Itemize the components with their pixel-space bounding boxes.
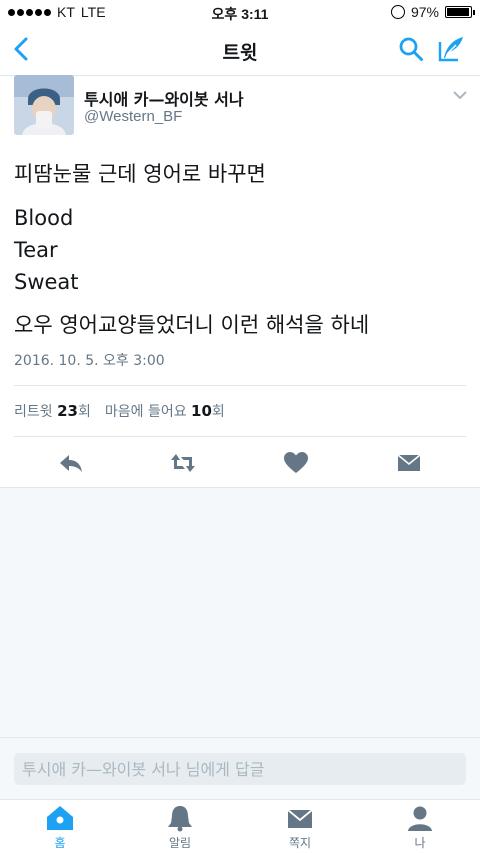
retweet-stat[interactable]: 리트윗 23회 [14, 401, 91, 421]
search-icon[interactable] [398, 36, 424, 62]
like-count: 10 [191, 402, 212, 420]
tab-profile[interactable]: 나 [390, 804, 450, 851]
tweet-line: 피땀눈물 근데 영어로 바꾸면 [14, 162, 266, 186]
envelope-icon [287, 809, 313, 828]
divider [14, 385, 466, 386]
tab-label: 쪽지 [288, 836, 312, 850]
author-handle[interactable]: @Western_BF [84, 108, 182, 125]
tab-label: 알림 [168, 836, 192, 850]
reply-bar [0, 737, 480, 799]
reply-input[interactable] [14, 753, 466, 785]
tab-label: 홈 [54, 836, 66, 850]
chevron-down-icon[interactable] [452, 88, 468, 102]
rotation-lock-icon [390, 5, 405, 19]
status-bar: KT LTE 오후 3:11 97% [0, 0, 480, 24]
home-icon [47, 806, 73, 830]
profile-icon [408, 806, 432, 831]
tab-home[interactable]: 홈 [30, 804, 90, 851]
nav-bar: 트윗 [0, 24, 480, 76]
status-right: 97% [390, 4, 475, 20]
tab-notifications[interactable]: 알림 [150, 804, 210, 851]
divider [14, 436, 466, 437]
tab-bar: 홈 알림 쪽지 나 [0, 799, 480, 853]
author-name[interactable]: 투시애 카—와이봇 서나 [84, 86, 244, 110]
tweet-line: Tear [14, 238, 58, 262]
tweet-line: Blood [14, 206, 74, 230]
tweet-text: 피땀눈물 근데 영어로 바꾸면 Blood Tear Sweat 오우 영어교양… [14, 158, 469, 341]
tweet-line: Sweat [14, 270, 79, 294]
battery-icon [445, 6, 475, 18]
like-heart-icon[interactable] [283, 450, 309, 476]
retweet-count: 23 [57, 402, 78, 420]
tweet-timestamp: 2016. 10. 5. 오후 3:00 [14, 353, 165, 369]
compose-tweet-icon[interactable] [436, 34, 466, 64]
retweet-label: 리트윗 [14, 404, 53, 420]
tweet-line: 오우 영어교양들었더니 이런 해석을 하네 [14, 313, 370, 337]
tweet-actions [0, 444, 480, 484]
battery-percent: 97% [410, 4, 439, 20]
like-unit: 회 [211, 404, 225, 420]
bell-icon [168, 806, 192, 832]
tweet-stats: 리트윗 23회 마음에 들어요 10회 [14, 401, 225, 421]
retweet-icon[interactable] [170, 450, 196, 476]
like-stat[interactable]: 마음에 들어요 10회 [105, 401, 225, 421]
empty-feed-area [0, 487, 480, 737]
like-label: 마음에 들어요 [104, 404, 187, 420]
retweet-unit: 회 [77, 404, 91, 420]
avatar[interactable] [14, 75, 74, 135]
tab-messages[interactable]: 쪽지 [270, 804, 330, 851]
reply-icon[interactable] [58, 450, 84, 476]
tab-label: 나 [414, 836, 426, 850]
direct-message-icon[interactable] [396, 450, 422, 476]
